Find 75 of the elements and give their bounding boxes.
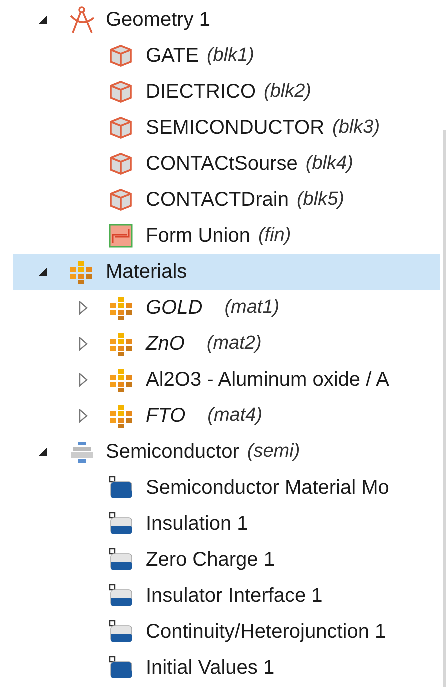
tree-item[interactable]: Semiconductor (semi) [13,434,440,470]
cube-icon [109,188,133,212]
tree-item-label: Materials [106,260,188,284]
boundary-node-icon [109,548,133,572]
tree-item-label: Form Union [146,224,250,248]
tree-item[interactable]: Continuity/Heterojunction 1 [13,614,440,650]
tree-item[interactable]: CONTACTDrain (blk5) [13,182,440,218]
compass-icon [69,6,95,34]
tree-item-label: Continuity/Heterojunction 1 [146,620,386,644]
domain-node-icon [109,476,133,500]
union-icon [109,224,133,248]
tree-item[interactable]: Form Union (fin) [13,218,440,254]
tree-item-label: Initial Values 1 [146,656,275,680]
cube-icon [109,80,133,104]
cube-icon [109,116,133,140]
material-grid-icon [109,296,133,320]
tree-item-label: CONTACTDrain [146,188,289,212]
tree-item-tag: (blk3) [332,117,380,139]
material-grid-icon [69,260,93,284]
material-grid-icon [109,404,133,428]
tree-item-tag: (fin) [258,225,292,247]
cube-icon [109,152,133,176]
tree-item-label: GOLD [146,296,203,320]
tree-item[interactable]: FTO (mat4) [13,398,440,434]
collapsed-arrow-icon[interactable] [78,409,88,423]
tree-item-label: GATE [146,44,199,68]
tree-item-label: DIECTRICO [146,80,256,104]
tree-item-label: Zero Charge 1 [146,548,275,572]
tree-item-label: Insulator Interface 1 [146,584,323,608]
tree-item-label: ZnO [146,332,185,356]
tree-item-label: FTO [146,404,186,428]
cube-icon [109,44,133,68]
scrollbar-thumb[interactable] [443,130,446,687]
boundary-node-icon [109,620,133,644]
tree-item[interactable]: SEMICONDUCTOR (blk3) [13,110,440,146]
tree-item[interactable]: Insulation 1 [13,506,440,542]
tree-item-label: Geometry 1 [106,8,210,32]
boundary-node-icon [109,512,133,536]
material-grid-icon [109,368,133,392]
boundary-node-icon [109,584,133,608]
tree-item[interactable]: GATE (blk1) [13,38,440,74]
material-grid-icon [109,332,133,356]
tree-item-tag: (blk2) [264,81,312,103]
tree-item-label: Semiconductor [106,440,240,464]
domain-node-icon [109,656,133,680]
tree-item-tag: (mat4) [208,405,263,427]
tree-item-tag: (blk1) [206,45,254,67]
tree-item[interactable]: Materials [13,254,440,290]
tree-item[interactable]: ZnO (mat2) [13,326,440,362]
tree-item[interactable]: Initial Values 1 [13,650,440,686]
tree-item-tag: (mat2) [206,333,262,355]
tree-item-tag: (mat1) [224,297,280,319]
expanded-arrow-icon[interactable] [38,447,48,457]
tree-item-label: Al2O3 - Aluminum oxide / A [146,368,390,392]
tree-item[interactable]: CONTACtSourse (blk4) [13,146,440,182]
expanded-arrow-icon[interactable] [38,267,48,277]
tree-item-tag: (semi) [247,441,300,463]
tree-item-label: Semiconductor Material Mo [146,476,390,500]
collapsed-arrow-icon[interactable] [78,373,88,387]
tree-item-label: SEMICONDUCTOR [146,116,325,140]
tree-item[interactable]: Insulator Interface 1 [13,578,440,614]
collapsed-arrow-icon[interactable] [78,337,88,351]
collapsed-arrow-icon[interactable] [78,301,88,315]
tree-item[interactable]: Al2O3 - Aluminum oxide / A [13,362,440,398]
tree-item-tag: (blk4) [306,153,354,175]
tree-item-label: Insulation 1 [146,512,248,536]
tree-item[interactable]: Geometry 1 [13,2,440,38]
tree-item[interactable]: DIECTRICO (blk2) [13,74,440,110]
tree-item-tag: (blk5) [296,189,344,211]
tree-item[interactable]: GOLD (mat1) [13,290,440,326]
tree-item-label: CONTACtSourse [146,152,298,176]
expanded-arrow-icon[interactable] [38,15,48,25]
tree-item[interactable]: Semiconductor Material Mo [13,470,440,506]
tree-item[interactable]: Zero Charge 1 [13,542,440,578]
semiconductor-icon [69,439,95,465]
